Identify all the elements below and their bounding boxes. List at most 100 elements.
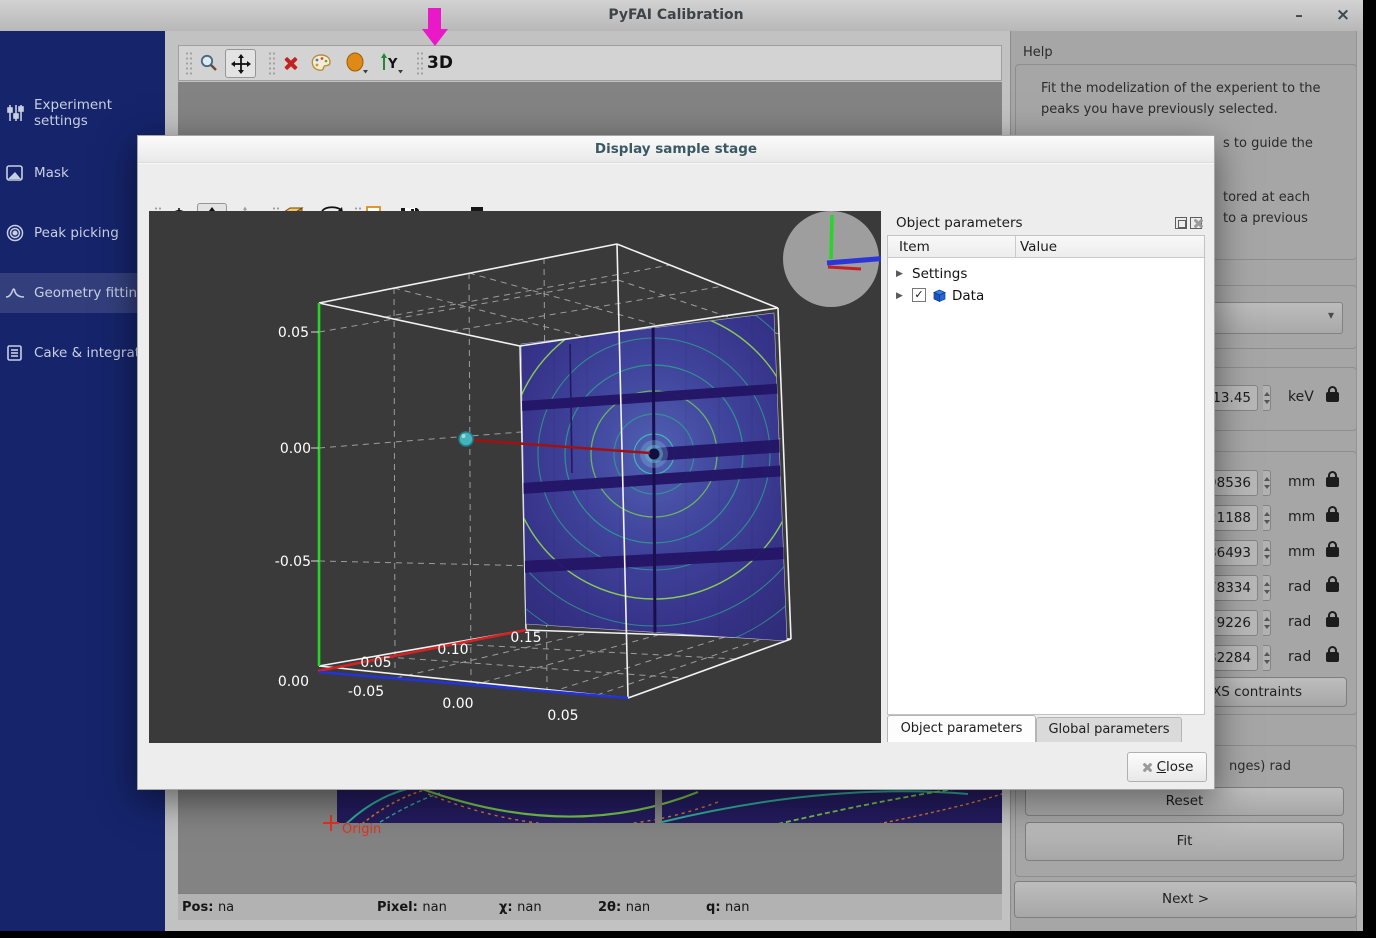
- zoom-tool-button[interactable]: [196, 50, 222, 76]
- help-line: peaks you have previously selected.: [1041, 102, 1278, 117]
- lock-icon[interactable]: [1326, 617, 1339, 627]
- pan-tool-button[interactable]: [225, 49, 256, 78]
- status-pos: Posna: [182, 900, 234, 915]
- sliders-icon: [5, 103, 25, 123]
- geometry-unit: mm: [1288, 509, 1315, 525]
- reset-button[interactable]: Reset: [1025, 787, 1344, 816]
- origin-tick: 0.00: [278, 674, 309, 690]
- sidebar-item-label: Experiment settings: [34, 97, 165, 129]
- main-plot-toolbar: Y 3D: [178, 45, 1002, 81]
- help-line: Fit the modelization of the experient to…: [1041, 81, 1321, 96]
- peak-curve-icon: [5, 283, 25, 303]
- dialog-title-bar[interactable]: Display sample stage: [138, 136, 1214, 163]
- clear-mask-button[interactable]: [278, 50, 304, 76]
- close-icon[interactable]: ×: [1333, 5, 1353, 25]
- axis-orientation-button[interactable]: Y: [376, 50, 406, 76]
- geometry-unit: rad: [1288, 614, 1311, 630]
- status-2theta: 2θnan: [598, 900, 650, 915]
- x-tick: 0.05: [360, 655, 391, 671]
- sidebar-item-label: Mask: [34, 165, 69, 181]
- next-button[interactable]: Next >: [1014, 881, 1357, 918]
- move-cross-icon: [231, 54, 251, 74]
- open-3d-view-button[interactable]: 3D: [425, 49, 455, 77]
- object-parameters-panel: Object parameters Item Value Settings: [887, 211, 1205, 715]
- status-bar: Posna Pixelnan χnan 2θnan qnan: [178, 893, 1002, 920]
- sidebar-item-label: Peak picking: [34, 225, 119, 241]
- geometry-spinner[interactable]: [1263, 575, 1271, 601]
- panel-header: Object parameters: [887, 211, 1205, 235]
- orientation-sphere[interactable]: [783, 211, 881, 307]
- toolbar-grip: [185, 51, 192, 75]
- dialog-toolbar: [138, 163, 1214, 209]
- tree-row-settings[interactable]: Settings: [888, 264, 1204, 286]
- palette-icon: [310, 53, 332, 73]
- mask-icon: [5, 163, 25, 183]
- svg-text:Y: Y: [387, 57, 398, 72]
- lock-icon[interactable]: [1326, 512, 1339, 522]
- z-tick: 0.05: [278, 325, 309, 341]
- energy-spinner[interactable]: [1263, 385, 1271, 411]
- help-fragment: s to guide the: [1223, 136, 1313, 151]
- geometry-spinner[interactable]: [1263, 505, 1271, 531]
- float-panel-icon[interactable]: [1175, 217, 1187, 229]
- panel-title: Object parameters: [896, 215, 1023, 231]
- magnifier-icon: [199, 53, 219, 73]
- toolbar-grip: [416, 51, 423, 75]
- dialog-close-button[interactable]: Close: [1127, 752, 1207, 782]
- geometry-unit: mm: [1288, 474, 1315, 490]
- tab-object-parameters[interactable]: Object parameters: [887, 715, 1036, 742]
- colormap-palette-button[interactable]: [308, 50, 334, 76]
- marker-color-button[interactable]: [343, 50, 371, 76]
- column-header-value[interactable]: Value: [1016, 236, 1204, 258]
- z-tick: -0.05: [275, 554, 311, 570]
- screen-edge: [0, 931, 1376, 938]
- y-tick: 0.00: [442, 696, 473, 712]
- list-icon: [5, 343, 25, 363]
- minimize-icon[interactable]: –: [1289, 5, 1309, 25]
- tree-row-data[interactable]: Data: [888, 286, 1204, 308]
- sample-marker: [459, 432, 473, 446]
- lock-icon[interactable]: [1326, 582, 1339, 592]
- x-tick: 0.15: [510, 630, 541, 646]
- column-header-item[interactable]: Item: [888, 236, 1016, 258]
- lock-icon[interactable]: [1326, 477, 1339, 487]
- application-window: PyFAI Calibration – × Experiment setting…: [0, 0, 1376, 938]
- status-q: qnan: [706, 900, 750, 915]
- expand-icon[interactable]: [896, 291, 903, 301]
- fit-button[interactable]: Fit: [1025, 822, 1344, 861]
- geometry-spinner[interactable]: [1263, 540, 1271, 566]
- dialog-title: Display sample stage: [138, 141, 1214, 157]
- z-tick: 0.00: [280, 441, 311, 457]
- geometry-unit: rad: [1288, 649, 1311, 665]
- window-title: PyFAI Calibration: [0, 7, 1352, 23]
- help-fragment: to a previous: [1223, 211, 1308, 226]
- energy-unit: keV: [1288, 389, 1314, 405]
- geometry-unit: rad: [1288, 579, 1311, 595]
- close-x-icon: [1141, 762, 1152, 773]
- beam-center-point: [649, 449, 660, 460]
- orange-circle-icon: [345, 52, 369, 74]
- lock-icon[interactable]: [1326, 652, 1339, 662]
- expand-icon[interactable]: [896, 269, 903, 279]
- parameter-tree: Item Value Settings Da: [887, 235, 1205, 715]
- 3d-scene-canvas[interactable]: 0.05 0.00 -0.05 0.05 0.10 0.15 -0.05 0.0…: [149, 211, 881, 743]
- close-panel-icon[interactable]: [1190, 217, 1202, 229]
- data-cube-icon: [932, 288, 947, 303]
- geometry-unit: mm: [1288, 544, 1315, 560]
- sidebar-item-label: Geometry fitting: [34, 285, 146, 301]
- toolbar-grip: [268, 51, 275, 75]
- visibility-checkbox[interactable]: [912, 288, 926, 302]
- lock-icon[interactable]: [1326, 392, 1339, 402]
- lock-icon[interactable]: [1326, 547, 1339, 557]
- red-x-icon: [284, 56, 299, 71]
- y-axis-icon: Y: [378, 52, 404, 74]
- geometry-spinner[interactable]: [1263, 610, 1271, 636]
- geometry-spinner[interactable]: [1263, 470, 1271, 496]
- status-chi: χnan: [499, 900, 542, 915]
- status-pixel: Pixelnan: [377, 900, 447, 915]
- geometry-spinner[interactable]: [1263, 645, 1271, 671]
- sidebar-item-experiment-settings[interactable]: Experiment settings: [0, 93, 165, 133]
- concentric-rings-icon: [5, 223, 25, 243]
- x-tick: 0.10: [437, 642, 468, 658]
- tab-global-parameters[interactable]: Global parameters: [1036, 717, 1182, 742]
